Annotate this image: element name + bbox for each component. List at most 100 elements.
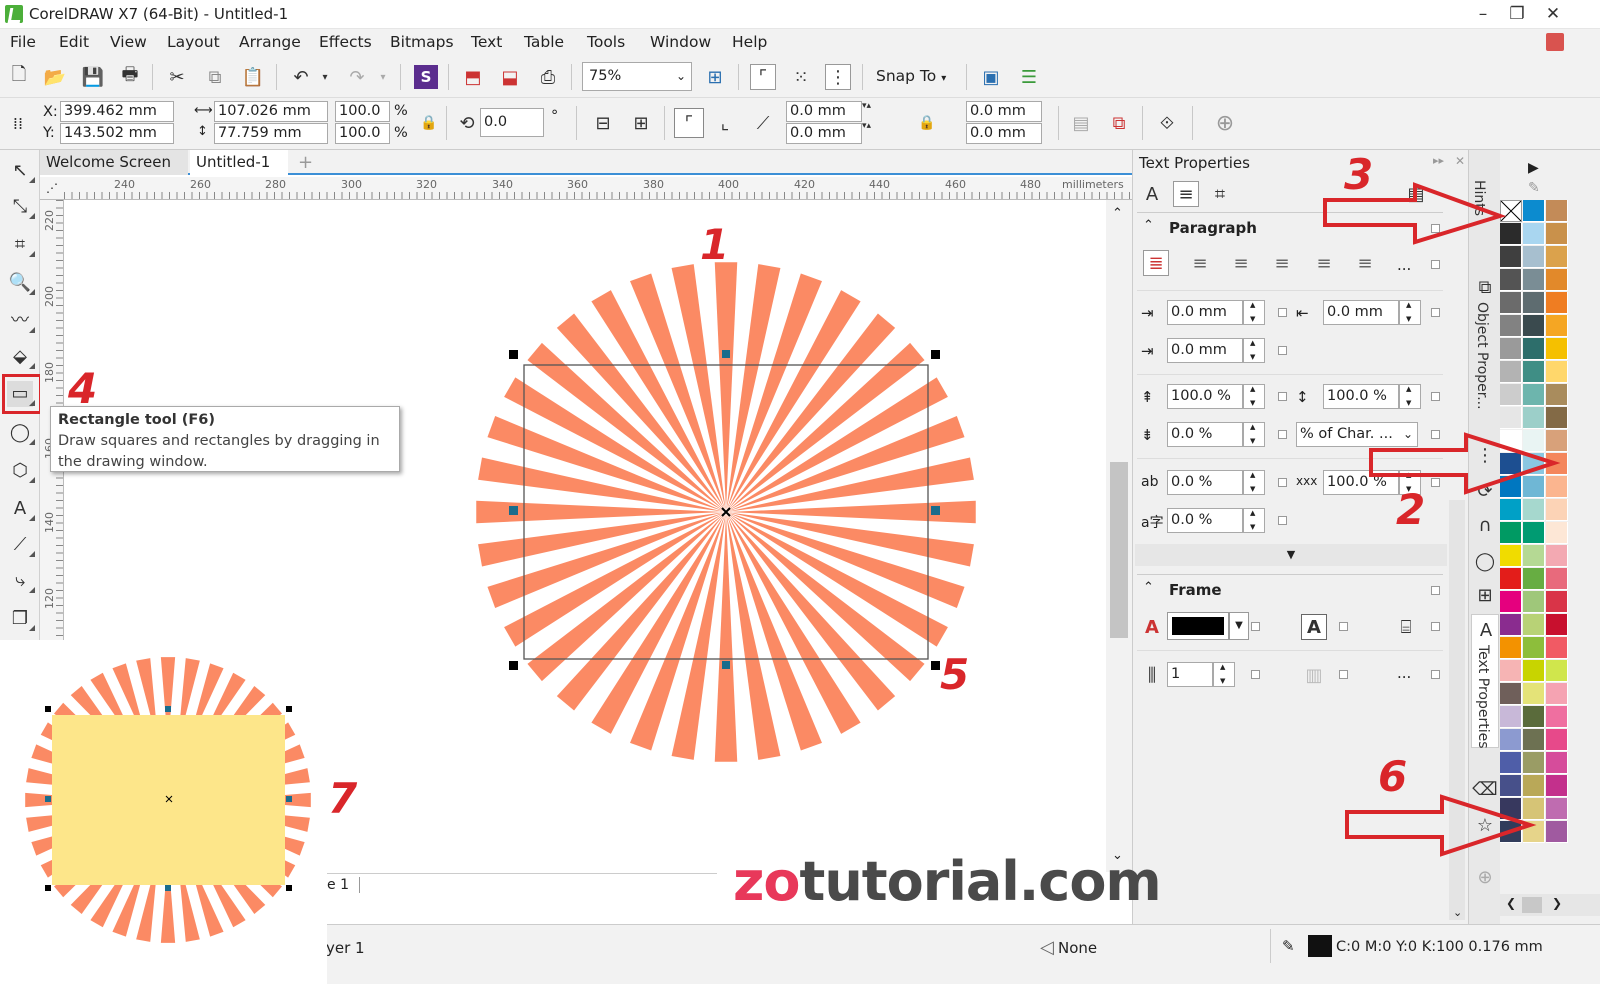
menu-bitmaps[interactable]: Bitmaps <box>390 33 454 51</box>
ruler-origin-icon[interactable]: ⋰ <box>46 181 58 195</box>
color-swatch[interactable] <box>1546 568 1568 590</box>
color-swatch[interactable] <box>1546 798 1568 820</box>
force-justify-icon[interactable]: ≡ <box>1352 250 1378 276</box>
connector-tool-icon[interactable]: ⤷ <box>7 568 35 594</box>
space-after-field[interactable]: 0.0 % <box>1167 422 1243 447</box>
menu-edit[interactable]: Edit <box>59 33 89 51</box>
scale-x-field[interactable]: 100.0 <box>335 101 390 122</box>
space-after-checkbox[interactable] <box>1278 430 1287 439</box>
language-spacing-field[interactable]: 0.0 % <box>1167 508 1243 533</box>
tab-welcome-screen[interactable]: Welcome Screen <box>40 150 188 175</box>
color-swatch[interactable] <box>1523 292 1545 314</box>
drop-shadow-icon[interactable]: ❐ <box>7 606 35 632</box>
more-alignment-icon[interactable]: ... <box>1397 256 1411 274</box>
palette-menu-icon[interactable]: ▶ <box>1528 160 1539 176</box>
palette-scroll-thumb[interactable] <box>1522 897 1542 913</box>
collapse-frame-icon[interactable]: ⌃ <box>1143 580 1154 595</box>
full-screen-preview-icon[interactable]: ⊞ <box>702 64 728 90</box>
text-tool-icon[interactable]: A <box>7 496 35 522</box>
paste-icon[interactable]: 📋 <box>240 64 266 90</box>
language-spacing-spinner[interactable] <box>1243 508 1265 533</box>
palette-scrollbar[interactable]: ❮ ❯ <box>1500 894 1600 916</box>
selection-handle[interactable] <box>722 661 730 669</box>
color-swatch[interactable] <box>1546 384 1568 406</box>
color-swatch[interactable] <box>1500 706 1522 728</box>
color-swatch[interactable] <box>1546 775 1568 797</box>
column-settings-icon[interactable]: ▥ <box>1301 662 1327 688</box>
character-spacing-spinner[interactable] <box>1243 470 1265 495</box>
polygon-tool-icon[interactable]: ⬡ <box>7 458 35 484</box>
undo-icon[interactable]: ↶ <box>288 64 314 90</box>
color-swatch[interactable] <box>1546 706 1568 728</box>
language-spacing-checkbox[interactable] <box>1278 516 1287 525</box>
menu-tools[interactable]: Tools <box>587 33 625 51</box>
user-icon[interactable] <box>1546 33 1564 51</box>
shape-tool-icon[interactable]: ⤡ <box>7 194 35 220</box>
vertical-scrollbar[interactable]: ⌃ ⌄ <box>1106 200 1132 872</box>
color-swatch[interactable] <box>1500 361 1522 383</box>
search-content-icon[interactable]: S <box>414 65 438 89</box>
restore-button[interactable]: ❐ <box>1500 2 1534 26</box>
character-spacing-checkbox[interactable] <box>1278 478 1287 487</box>
color-swatch[interactable] <box>1500 729 1522 751</box>
open-icon[interactable]: 📂 <box>42 64 68 90</box>
menu-effects[interactable]: Effects <box>319 33 372 51</box>
first-line-indent-checkbox[interactable] <box>1278 308 1287 317</box>
corner-radius-bottom-right-field[interactable]: 0.0 mm <box>966 123 1042 144</box>
new-document-icon[interactable]: 🗋 <box>6 64 32 90</box>
zoom-level-select[interactable]: 75% ⌄ <box>582 62 692 91</box>
selection-handle[interactable] <box>509 661 518 670</box>
color-swatch[interactable] <box>1500 591 1522 613</box>
color-swatch[interactable] <box>1500 338 1522 360</box>
columns-spinner[interactable] <box>1213 662 1235 687</box>
selection-handle[interactable] <box>509 350 518 359</box>
frame-fill-swatch[interactable] <box>1167 612 1229 640</box>
add-icon[interactable]: ⊕ <box>1212 110 1238 136</box>
menu-text[interactable]: Text <box>471 33 502 51</box>
rectangle-tool-icon[interactable]: ▭ <box>7 381 35 407</box>
color-swatch[interactable] <box>1523 499 1545 521</box>
color-swatch[interactable] <box>1546 361 1568 383</box>
minimize-button[interactable]: – <box>1466 2 1500 26</box>
round-corner-icon[interactable]: ⌜ <box>674 108 704 138</box>
color-swatch[interactable] <box>1546 683 1568 705</box>
publish-pdf-icon[interactable]: ⎙ <box>535 64 561 90</box>
color-swatch[interactable] <box>1500 499 1522 521</box>
color-swatch[interactable] <box>1546 614 1568 636</box>
color-swatch[interactable] <box>1500 315 1522 337</box>
x-position-field[interactable]: 399.462 mm <box>60 101 174 122</box>
color-swatch[interactable] <box>1546 269 1568 291</box>
show-guidelines-icon[interactable]: ⋮ <box>825 64 851 90</box>
reference-point-icon[interactable]: ⁞⁞ <box>5 110 31 136</box>
color-swatch[interactable] <box>1500 545 1522 567</box>
color-tab-icon[interactable]: ◯ <box>1472 548 1498 574</box>
color-swatch[interactable] <box>1546 591 1568 613</box>
color-swatch[interactable] <box>1546 315 1568 337</box>
color-swatch[interactable] <box>1500 568 1522 590</box>
color-swatch[interactable] <box>1523 706 1545 728</box>
options-icon[interactable]: ☰ <box>1016 64 1042 90</box>
snap-to-dropdown[interactable]: Snap To ▾ <box>876 67 946 85</box>
color-swatch[interactable] <box>1546 246 1568 268</box>
wrap-text-icon[interactable]: ▤ <box>1068 110 1094 136</box>
frame-tab-icon[interactable]: ⌗ <box>1207 181 1233 207</box>
expand-paragraph-icon[interactable]: ▼ <box>1135 544 1447 566</box>
left-indent-field[interactable]: 0.0 mm <box>1323 300 1399 325</box>
color-swatch[interactable] <box>1523 660 1545 682</box>
copy-icon[interactable]: ⧉ <box>202 64 228 90</box>
color-swatch[interactable] <box>1546 522 1568 544</box>
space-before-checkbox[interactable] <box>1278 392 1287 401</box>
color-swatch[interactable] <box>1546 499 1568 521</box>
more-frame-checkbox[interactable] <box>1431 670 1440 679</box>
menu-file[interactable]: File <box>10 33 36 51</box>
color-swatch[interactable] <box>1546 752 1568 774</box>
undo-dropdown-icon[interactable]: ▾ <box>312 64 338 90</box>
color-swatch[interactable] <box>1523 729 1545 751</box>
tab-text-properties[interactable]: A Text Properties <box>1471 614 1499 749</box>
freehand-tool-icon[interactable]: 〰 <box>7 308 35 334</box>
more-frame-icon[interactable]: ... <box>1397 664 1411 682</box>
alignment-checkbox[interactable] <box>1431 260 1440 269</box>
color-swatch[interactable] <box>1523 407 1545 429</box>
menu-arrange[interactable]: Arrange <box>239 33 301 51</box>
height-field[interactable]: 77.759 mm <box>214 123 328 144</box>
